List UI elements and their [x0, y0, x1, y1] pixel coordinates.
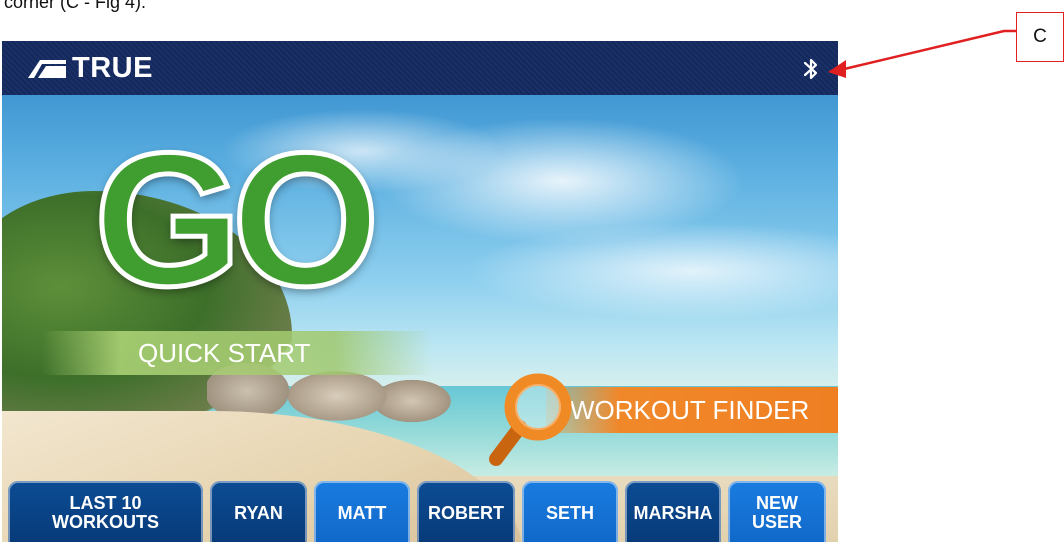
user-button-robert[interactable]: ROBERT [417, 481, 515, 542]
user-button-ryan[interactable]: RYAN [210, 481, 307, 542]
user-button-marsha[interactable]: MARSHA [625, 481, 721, 542]
callout-arrow [828, 29, 1016, 78]
quick-start-label: QUICK START [138, 338, 311, 368]
header-bar: TRUE [2, 41, 838, 95]
document-caption-text: corner (C - Fig 4). [4, 0, 147, 12]
user-profile-bar: LAST 10 WORKOUTS RYAN MATT ROBERT SETH M… [8, 481, 838, 542]
user-button-seth[interactable]: SETH [522, 481, 618, 542]
user-button-matt[interactable]: MATT [314, 481, 410, 542]
magnifier-icon [489, 373, 572, 466]
quick-start-button[interactable]: QUICK START [42, 331, 432, 375]
last-10-workouts-button[interactable]: LAST 10 WORKOUTS [8, 481, 203, 542]
true-logo: TRUE [26, 53, 153, 83]
workout-finder-button[interactable]: WORKOUT FINDER [486, 367, 838, 477]
brand-name: TRUE [72, 52, 153, 84]
callout-label-box: C [1016, 12, 1064, 62]
new-user-button[interactable]: NEW USER [728, 481, 826, 542]
treadmill-console-screen: TRUE GO QUICK START WORKOUT FINDER LAST … [2, 41, 838, 542]
go-quick-start-button[interactable]: GO [92, 123, 383, 318]
workout-finder-label: WORKOUT FINDER [570, 395, 810, 425]
bluetooth-icon[interactable] [800, 56, 822, 82]
true-logo-mark-icon [28, 60, 66, 78]
